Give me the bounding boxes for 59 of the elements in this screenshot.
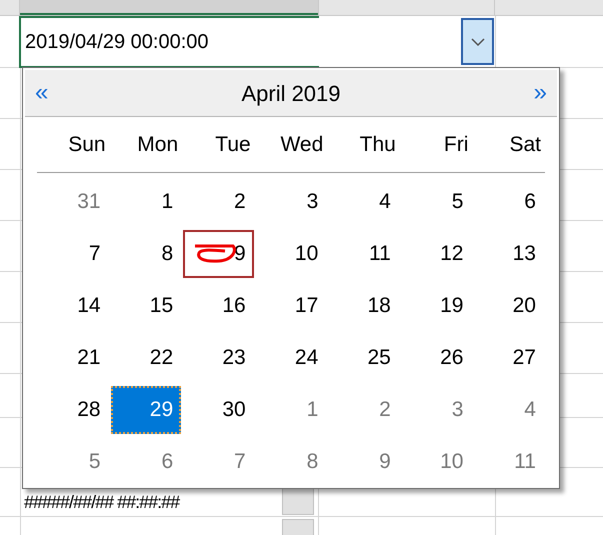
column-header[interactable] — [20, 0, 318, 15]
day-cell[interactable]: 4 — [473, 386, 544, 434]
day-cell[interactable]: 8 — [110, 230, 182, 278]
day-cell[interactable]: 1 — [256, 386, 326, 434]
day-cell[interactable]: 17 — [256, 282, 326, 330]
date-time-value: 2019/04/29 00:00:00 — [25, 30, 209, 55]
day-cell[interactable]: 27 — [473, 334, 544, 382]
day-cell[interactable]: 1 — [110, 178, 182, 226]
day-cell[interactable]: 18 — [328, 282, 399, 330]
day-cell[interactable]: 19 — [400, 282, 472, 330]
day-cell[interactable]: 5 — [38, 438, 109, 486]
day-cell[interactable]: 3 — [400, 386, 472, 434]
weekday-label: Thu — [360, 132, 397, 158]
weekday-label: Mon — [137, 132, 180, 158]
day-cell[interactable]: 7 — [38, 230, 109, 278]
day-cell[interactable]: 31 — [38, 178, 109, 226]
month-title: April 2019 — [241, 80, 341, 108]
day-cell[interactable]: 13 — [473, 230, 544, 278]
day-cell[interactable]: 8 — [256, 438, 326, 486]
weekday-label: Tue — [215, 132, 252, 158]
day-cell[interactable]: 9 — [328, 438, 399, 486]
day-cell[interactable]: 16 — [183, 282, 254, 330]
cell-value: #####/##/## ##:##:## — [24, 490, 180, 514]
dropdown-button[interactable] — [282, 488, 314, 515]
day-cell[interactable]: 11 — [328, 230, 399, 278]
day-cell[interactable]: 7 — [183, 438, 254, 486]
active-cell[interactable]: 2019/04/29 00:00:00 — [19, 16, 319, 68]
weekday-label: Fri — [444, 132, 470, 158]
weekday-label: Wed — [280, 132, 324, 158]
dropdown-button[interactable] — [461, 18, 494, 65]
day-cell[interactable]: 23 — [183, 334, 254, 382]
day-cell[interactable]: 15 — [110, 282, 182, 330]
day-cell[interactable]: 2 — [328, 386, 399, 434]
day-cell[interactable]: 29 — [110, 386, 182, 434]
day-cell[interactable]: 4 — [328, 178, 399, 226]
weekday-label: Sun — [68, 132, 107, 158]
day-cell[interactable]: 22 — [110, 334, 182, 382]
day-cell[interactable]: 30 — [183, 386, 254, 434]
day-cell[interactable]: 21 — [38, 334, 109, 382]
day-cell[interactable]: 10 — [256, 230, 326, 278]
day-cell[interactable]: 6 — [110, 438, 182, 486]
day-cell[interactable]: 3 — [256, 178, 326, 226]
day-cell[interactable]: 26 — [400, 334, 472, 382]
next-month-button[interactable]: » — [534, 81, 547, 105]
day-cell[interactable]: 28 — [38, 386, 109, 434]
day-cell[interactable]: 2 — [183, 178, 254, 226]
day-cell[interactable]: 25 — [328, 334, 399, 382]
day-cell[interactable]: 5 — [400, 178, 472, 226]
day-cell[interactable]: 14 — [38, 282, 109, 330]
weekday-label: Sat — [509, 132, 542, 158]
day-cell[interactable]: 11 — [473, 438, 544, 486]
day-cell[interactable]: 20 — [473, 282, 544, 330]
day-cell[interactable]: 9 — [183, 230, 254, 278]
chevron-down-icon — [470, 38, 484, 46]
day-cell[interactable]: 6 — [473, 178, 544, 226]
day-cell[interactable]: 12 — [400, 230, 472, 278]
day-cell[interactable]: 10 — [400, 438, 472, 486]
day-cell[interactable]: 24 — [256, 334, 326, 382]
previous-month-button[interactable]: « — [35, 81, 48, 105]
